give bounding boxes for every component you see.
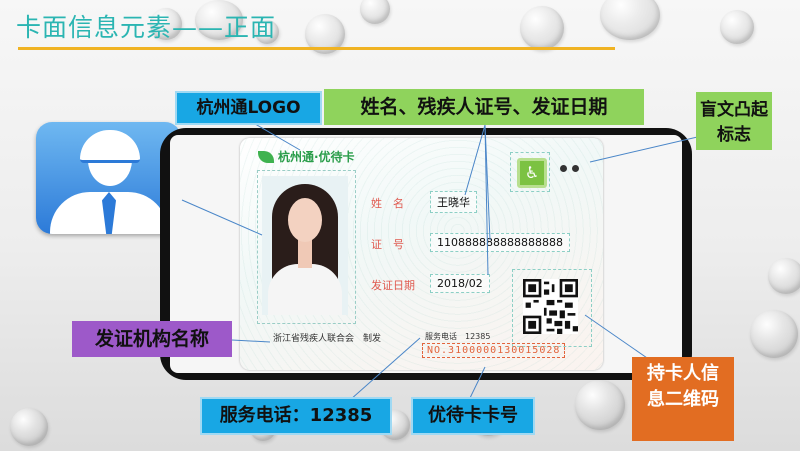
- callout-service: 服务电话：12385: [200, 397, 392, 435]
- id-label: 证 号: [371, 238, 404, 251]
- issuer-text: 浙江省残疾人联合会 制发: [273, 334, 382, 344]
- qr-code-icon: [523, 279, 578, 334]
- holder-photo: [262, 176, 348, 315]
- name-value: 王晓华: [430, 191, 477, 213]
- water-drop: [720, 10, 754, 44]
- callout-logo: 杭州通LOGO: [175, 91, 322, 125]
- water-drop: [520, 6, 564, 50]
- water-drop: [600, 0, 660, 40]
- photo-face: [288, 198, 322, 242]
- card-number: NO.3100000130015028: [422, 343, 566, 358]
- water-drop: [360, 0, 390, 24]
- avatar-helmet: [80, 130, 140, 163]
- date-label: 发证日期: [371, 279, 415, 292]
- card-brand-logo: 杭州通·优待卡: [258, 148, 355, 165]
- discount-card: 杭州通·优待卡 姓 名 王晓华 证 号 110888888888888888 发…: [240, 138, 603, 370]
- title-underline: [18, 47, 615, 50]
- photo-neck: [298, 238, 312, 268]
- date-value: 2018/02: [430, 274, 490, 293]
- card-brand-text: 杭州通·优待卡: [278, 150, 355, 164]
- braille-dot: [572, 165, 579, 172]
- name-label: 姓 名: [371, 197, 404, 210]
- water-drop: [750, 310, 798, 358]
- callout-issuer: 发证机构名称: [72, 321, 232, 357]
- callout-card-no: 优待卡卡号: [411, 397, 535, 435]
- service-text: 服务电话 12385: [425, 332, 491, 341]
- water-drop: [10, 408, 48, 446]
- water-drop: [575, 380, 625, 430]
- wheelchair-icon: ♿: [517, 158, 547, 188]
- callout-name-fields: 姓名、残疾人证号、发证日期: [324, 89, 644, 125]
- leaf-icon: [258, 151, 274, 163]
- slide-title: 卡面信息元素——正面: [16, 13, 277, 42]
- photo-body: [268, 264, 342, 315]
- water-drop: [768, 258, 800, 294]
- callout-braille: 盲文凸起标志: [696, 92, 772, 150]
- braille-dot: [560, 165, 567, 172]
- callout-qr: 持卡人信息二维码: [632, 357, 734, 441]
- id-value: 110888888888888888: [430, 233, 570, 252]
